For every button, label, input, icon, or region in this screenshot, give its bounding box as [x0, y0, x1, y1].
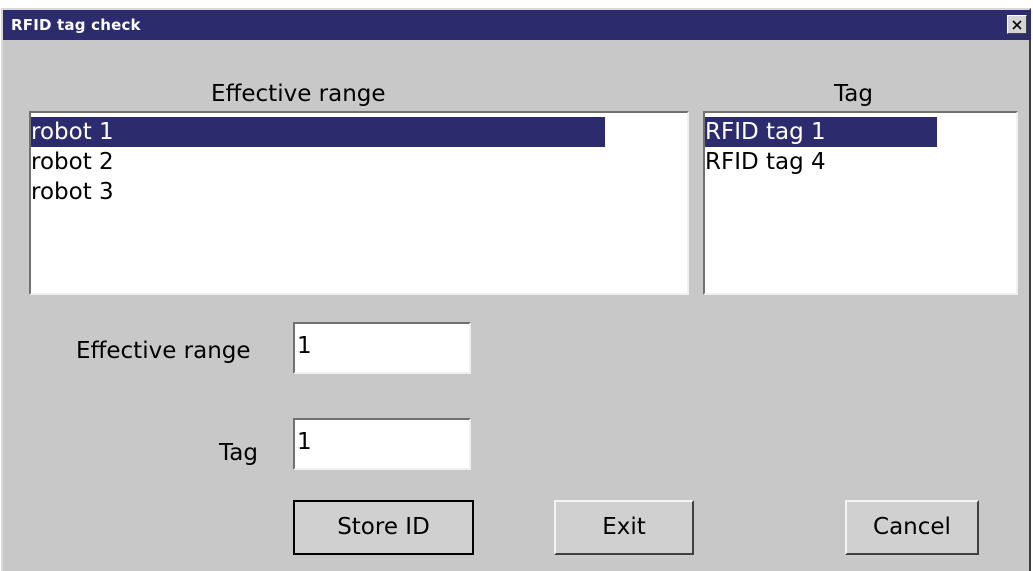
list-item-robot-1[interactable]: robot 1 [31, 117, 605, 147]
list-item-robot-3[interactable]: robot 3 [31, 177, 605, 207]
window-title: RFID tag check [11, 16, 141, 34]
title-bar[interactable]: RFID tag check [3, 10, 1031, 40]
tag-list-header: Tag [834, 81, 873, 107]
close-button[interactable] [1007, 15, 1027, 34]
tag-input[interactable]: 1 [293, 418, 471, 470]
list-item-rfid-tag-4[interactable]: RFID tag 4 [705, 147, 937, 177]
close-icon [1012, 19, 1022, 30]
list-item-robot-2[interactable]: robot 2 [31, 147, 605, 177]
store-id-button[interactable]: Store ID [293, 500, 474, 555]
effective-range-list-header: Effective range [211, 81, 386, 107]
rfid-tag-check-dialog: RFID tag check Effective range robot 1 r… [1, 8, 1031, 571]
effective-range-input[interactable]: 1 [293, 322, 471, 374]
tag-listbox[interactable]: RFID tag 1 RFID tag 4 [703, 111, 1018, 295]
effective-range-field-label: Effective range [76, 338, 251, 364]
exit-button[interactable]: Exit [554, 500, 694, 555]
list-item-rfid-tag-1[interactable]: RFID tag 1 [705, 117, 937, 147]
tag-field-label: Tag [219, 440, 258, 466]
cancel-button[interactable]: Cancel [845, 500, 979, 555]
effective-range-listbox[interactable]: robot 1 robot 2 robot 3 [29, 111, 689, 295]
